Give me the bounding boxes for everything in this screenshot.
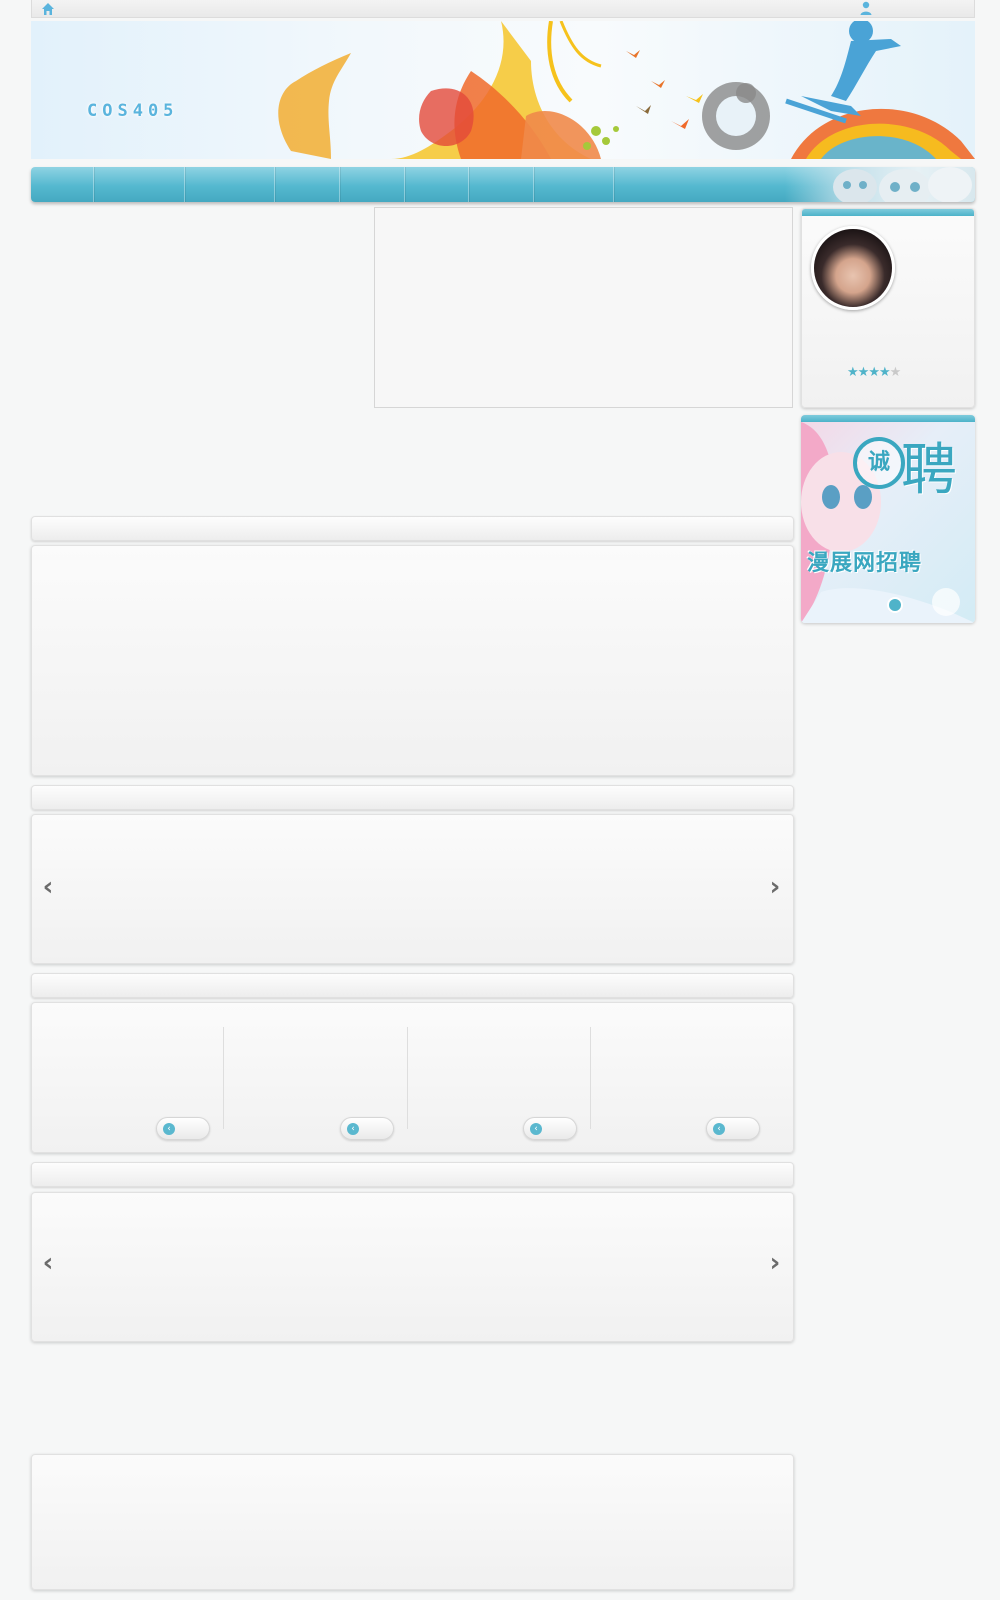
- section-header-4: [31, 1162, 794, 1187]
- section-panel-1: [31, 545, 794, 776]
- carousel-next-button[interactable]: ›: [764, 872, 786, 902]
- nav-item-1[interactable]: [31, 167, 93, 202]
- carousel-prev-button[interactable]: ‹: [37, 872, 59, 902]
- nav-item-7[interactable]: [469, 167, 533, 202]
- column-more-button[interactable]: ‹: [523, 1117, 577, 1140]
- chevron-left-icon: ‹: [347, 1123, 359, 1135]
- chevron-left-icon: ‹: [713, 1123, 725, 1135]
- recruit-big-text: 聘: [901, 438, 957, 503]
- nav-item-4[interactable]: [275, 167, 339, 202]
- footer-panel: [31, 1454, 794, 1590]
- column-divider: [590, 1027, 591, 1129]
- site-banner: COS405: [31, 21, 975, 159]
- nav-anime-art: [785, 167, 975, 202]
- column-divider: [223, 1027, 224, 1129]
- chevron-left-icon: ‹: [530, 1123, 542, 1135]
- featured-slideshow[interactable]: [374, 207, 793, 408]
- section-header-2: [31, 785, 794, 810]
- slide-indicator[interactable]: [889, 599, 901, 611]
- recruit-caption: 漫展网招聘: [807, 551, 923, 576]
- star-empty-icon: ★: [889, 364, 902, 379]
- banner-artwork: [278, 21, 975, 159]
- nav-item-5[interactable]: [340, 167, 404, 202]
- column-more-button[interactable]: ‹: [706, 1117, 760, 1140]
- section-header-1: [31, 516, 794, 541]
- carousel-next-button[interactable]: ›: [764, 1248, 786, 1278]
- main-nav: [31, 167, 975, 202]
- card-accent-line: [802, 209, 974, 216]
- card-accent-line: [801, 415, 975, 422]
- star-icon: ★: [868, 364, 880, 379]
- section-header-3: [31, 973, 794, 998]
- user-icon[interactable]: [858, 0, 874, 16]
- column-more-button[interactable]: ‹: [156, 1117, 210, 1140]
- section-panel-2: ‹ ›: [31, 814, 794, 964]
- profile-card: ★★★★★: [801, 208, 975, 408]
- carousel-prev-button[interactable]: ‹: [37, 1248, 59, 1278]
- chevron-left-icon: ‹: [163, 1123, 175, 1135]
- star-icon: ★: [878, 364, 891, 379]
- site-logo[interactable]: COS405: [87, 101, 178, 121]
- nav-item-8[interactable]: [534, 167, 613, 202]
- section-panel-3: ‹ ‹ ‹ ‹: [31, 1002, 794, 1153]
- star-icon: ★: [857, 364, 870, 379]
- nav-item-3[interactable]: [185, 167, 274, 202]
- nav-separator: [613, 167, 614, 202]
- top-bar: [31, 0, 975, 18]
- home-icon[interactable]: [40, 1, 56, 17]
- column-more-button[interactable]: ‹: [340, 1117, 394, 1140]
- rating-stars: ★★★★★: [847, 364, 902, 380]
- avatar[interactable]: [811, 226, 895, 310]
- nav-item-6[interactable]: [405, 167, 468, 202]
- recruit-banner[interactable]: 诚 聘 漫展网招聘: [801, 415, 975, 623]
- column-divider: [407, 1027, 408, 1129]
- recruit-circle-text: 诚: [853, 437, 905, 489]
- nav-item-2[interactable]: [94, 167, 184, 202]
- star-icon: ★: [847, 364, 859, 379]
- section-panel-4: ‹ ›: [31, 1192, 794, 1342]
